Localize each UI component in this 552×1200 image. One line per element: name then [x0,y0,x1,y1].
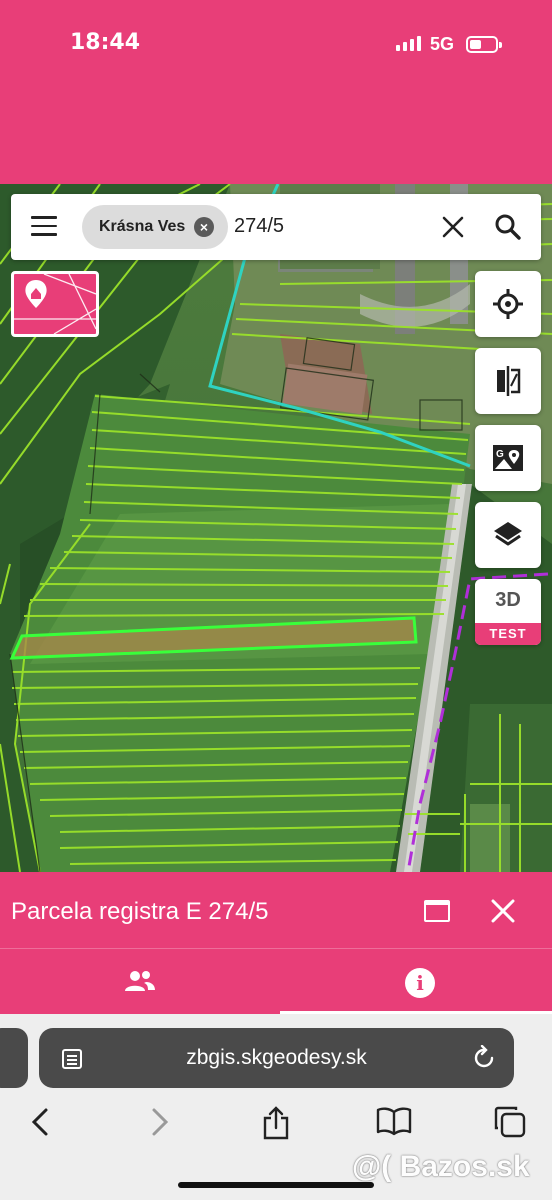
clear-search-icon[interactable] [441,215,465,239]
close-icon[interactable] [490,898,516,924]
google-maps-icon: G [493,445,523,471]
reload-icon[interactable] [471,1045,497,1071]
address-bar[interactable]: zbgis.skgeodesy.sk [39,1028,514,1088]
panel-title: Parcela registra E 274/5 [11,898,269,925]
battery-icon [466,36,502,53]
back-icon[interactable] [28,1106,52,1138]
search-input[interactable]: 274/5 [234,215,284,238]
share-icon[interactable] [262,1106,290,1140]
cellular-signal-icon [396,36,421,51]
url-text: zbgis.skgeodesy.sk [186,1046,367,1069]
locate-button[interactable] [475,271,541,337]
search-icon[interactable] [494,213,522,241]
menu-icon[interactable] [31,216,57,238]
info-icon[interactable]: i [405,968,435,998]
3d-mode-button[interactable]: 3D TEST [475,579,541,645]
cadastre-map-thumbnail[interactable] [11,271,99,337]
3d-label: 3D [495,589,521,611]
remove-chip-icon[interactable]: × [194,217,214,237]
compare-icon [497,366,521,396]
compare-button[interactable] [475,348,541,414]
maximize-icon[interactable] [424,900,450,922]
panel-tabs: i [0,948,552,1015]
svg-text:G: G [496,449,504,460]
forward-icon[interactable] [148,1106,172,1138]
test-badge: TEST [475,623,541,645]
location-pin-icon [14,274,96,334]
home-indicator [178,1182,374,1188]
layers-icon [494,522,522,546]
google-maps-button[interactable]: G [475,425,541,491]
location-filter-chip[interactable]: Krásna Ves × [82,205,228,249]
layers-button[interactable] [475,502,541,568]
bookmarks-icon[interactable] [376,1106,412,1136]
search-bar: Krásna Ves × 274/5 [11,194,541,260]
owners-icon[interactable] [124,969,156,995]
app-header-band: 18:44 5G [0,0,552,184]
parcel-panel: Parcela registra E 274/5 i [0,872,552,1015]
bazos-watermark: @( Bazos.sk [352,1150,530,1183]
location-chip-label: Krásna Ves [99,218,186,235]
status-time: 18:44 [70,30,141,55]
tabs-icon[interactable] [494,1106,526,1138]
network-type: 5G [430,34,455,54]
locate-icon [493,289,523,319]
previous-tab[interactable] [0,1028,28,1088]
